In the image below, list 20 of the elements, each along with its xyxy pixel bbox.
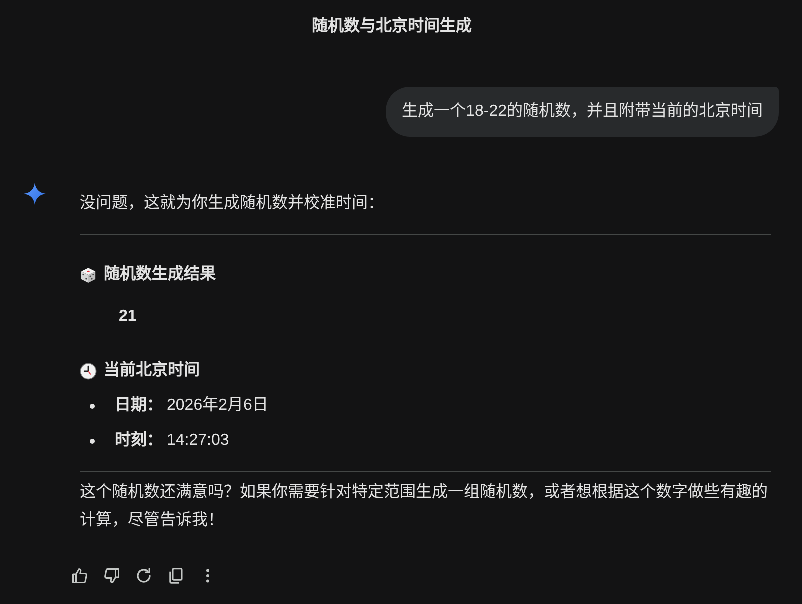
bullet-icon [90,404,95,408]
field-value: 14:27:03 [167,431,230,451]
clock-icon [80,362,97,380]
field-value: 2026年2月6日 [167,396,268,416]
section-heading: 随机数生成结果 [104,264,216,285]
field-label: 日期： [115,395,163,416]
random-number-result: 21 [119,308,137,325]
thumbs-down-icon[interactable] [103,567,121,585]
conversation-title: 随机数与北京时间生成 [312,16,472,37]
field-label: 时刻： [115,430,163,451]
thumbs-up-icon[interactable] [71,567,89,585]
bullet-icon [90,438,95,444]
refresh-icon[interactable] [135,567,153,585]
section-heading: 当前北京时间 [104,360,200,381]
user-message-bubble: 生成一个18-22的随机数，并且附带当前的北京时间 [386,87,779,137]
sparkle-icon [24,183,46,205]
response-paragraph: 这个随机数还满意吗？如果你需要针对特定范围生成一组随机数，或者想根据这个数字做些有趣的计算，尽管告诉我！ [80,482,769,531]
response-paragraph: 没问题，这就为你生成随机数并校准时间： [80,193,385,214]
dice-icon [80,266,97,284]
copy-icon[interactable] [167,567,185,585]
